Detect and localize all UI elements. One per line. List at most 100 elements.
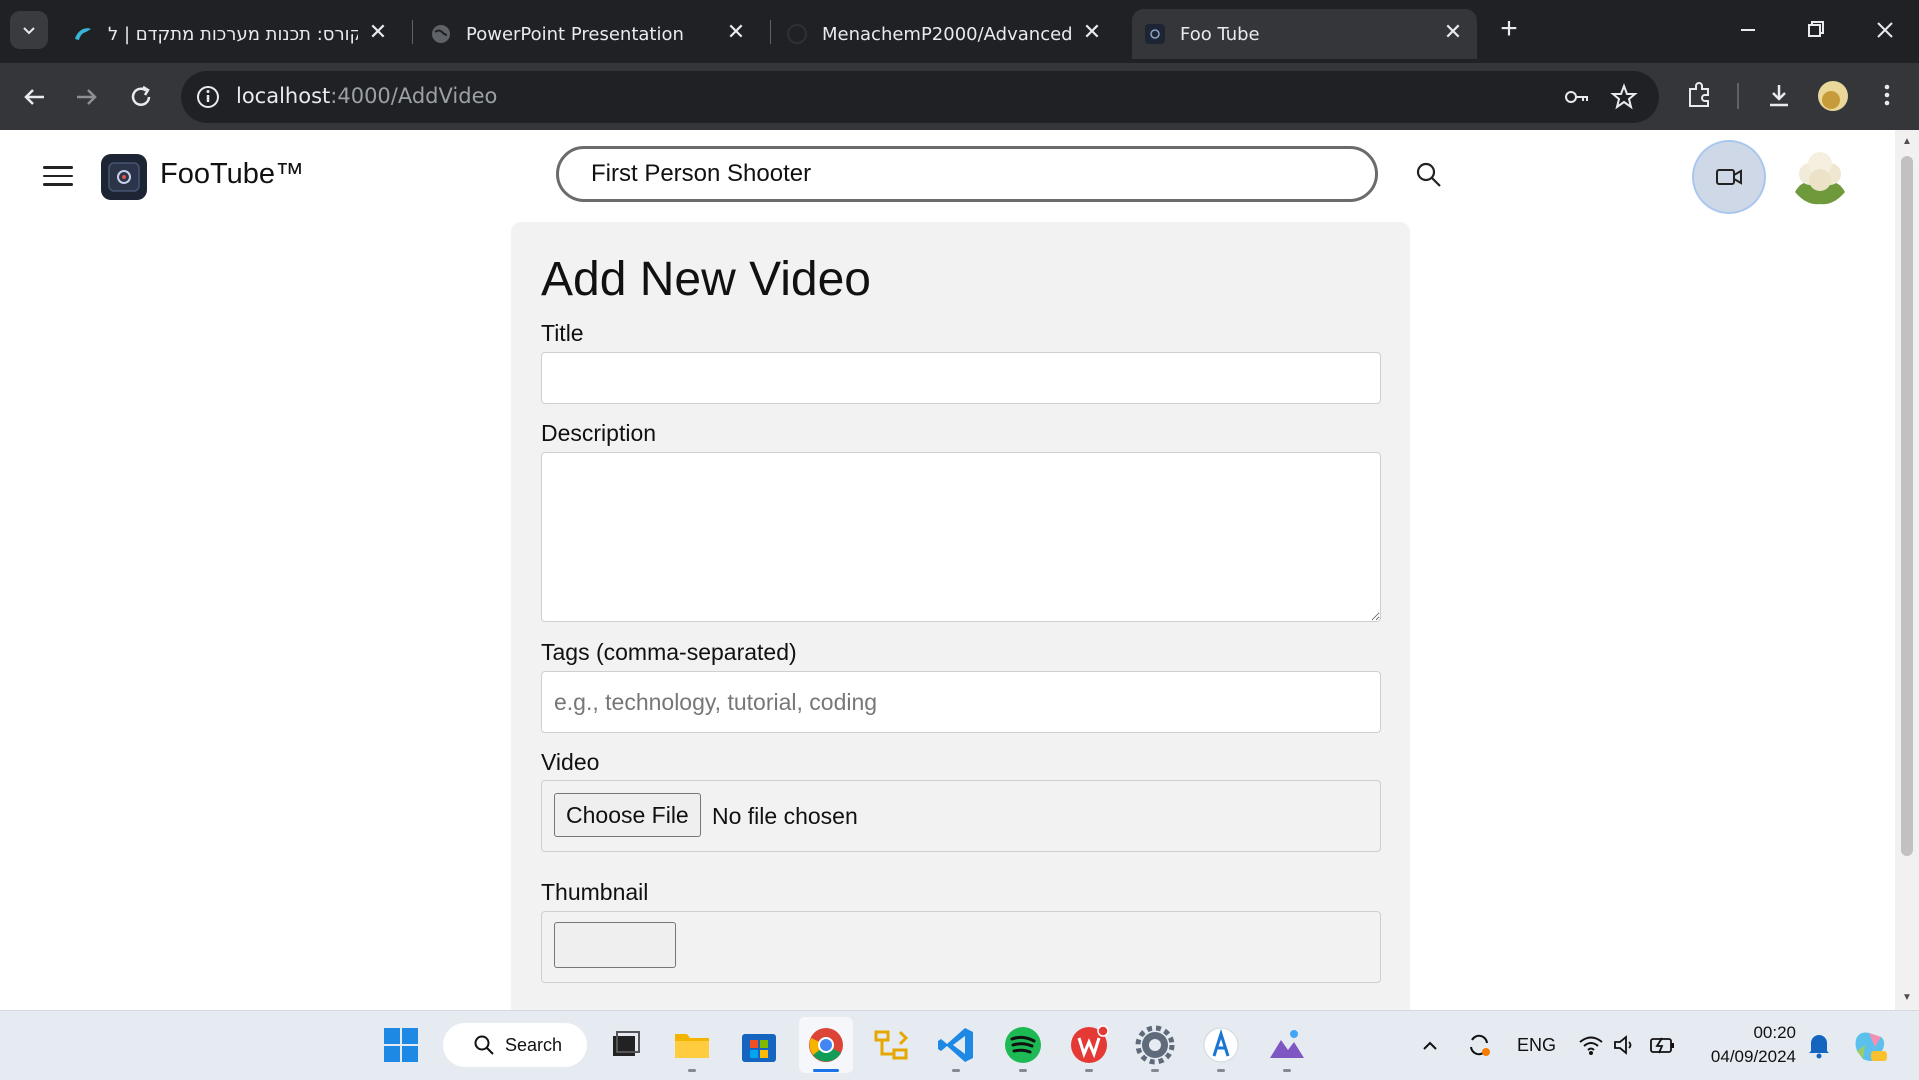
photos-app-icon[interactable] <box>1266 1024 1308 1066</box>
camera-logo-icon <box>108 162 140 192</box>
tab-title: Foo Tube <box>1180 23 1260 45</box>
taskbar-search[interactable]: Search <box>443 1023 587 1067</box>
tab-title: קורס: תכנות מערכות מתקדם | ל <box>108 23 358 45</box>
tab-powerpoint[interactable]: PowerPoint Presentation ✕ <box>430 9 760 59</box>
search-icon[interactable] <box>1414 160 1444 190</box>
restore-button[interactable] <box>1796 14 1836 46</box>
notification-bell-icon[interactable] <box>1806 1031 1832 1059</box>
running-indicator <box>688 1069 696 1072</box>
browser-tab-bar: קורס: תכנות מערכות מתקדם | ל ✕ PowerPoin… <box>0 0 1919 63</box>
profile-avatar[interactable] <box>1818 81 1848 111</box>
tags-input[interactable] <box>541 671 1381 733</box>
running-indicator <box>1019 1069 1027 1072</box>
extensions-puzzle-icon[interactable] <box>1684 80 1714 110</box>
form-heading: Add New Video <box>541 253 871 306</box>
scroll-up-arrow-icon[interactable]: ▲ <box>1901 136 1913 148</box>
sync-icon[interactable] <box>1465 1031 1493 1059</box>
forward-arrow-icon[interactable] <box>71 81 103 113</box>
tab-separator <box>770 20 771 44</box>
windows-start-icon[interactable] <box>380 1024 422 1066</box>
menu-hamburger-icon[interactable] <box>43 166 73 190</box>
add-video-button[interactable] <box>1694 142 1764 212</box>
copilot-icon[interactable] <box>1851 1027 1889 1065</box>
tab-title: PowerPoint Presentation <box>466 23 684 45</box>
chevron-down-icon <box>23 27 35 35</box>
title-input[interactable] <box>541 352 1381 404</box>
brand-name[interactable]: FooTube™ <box>160 158 304 191</box>
vscode-icon[interactable] <box>935 1024 977 1066</box>
restore-icon <box>1808 21 1824 37</box>
globe-icon <box>432 25 450 43</box>
thumbnail-file-input[interactable] <box>541 911 1381 983</box>
chevron-up-icon[interactable] <box>1420 1036 1440 1056</box>
running-indicator <box>1217 1069 1225 1072</box>
minimize-button[interactable] <box>1728 14 1768 46</box>
search-input[interactable] <box>556 146 1378 202</box>
new-tab-button[interactable]: + <box>1493 14 1525 46</box>
android-studio-icon[interactable] <box>1200 1024 1242 1066</box>
minimize-icon <box>1741 29 1755 31</box>
user-avatar[interactable] <box>1785 144 1855 214</box>
more-vert-icon[interactable] <box>1872 80 1902 110</box>
thumbnail-choose-file-button[interactable] <box>554 922 676 968</box>
video-camera-icon <box>1716 169 1742 185</box>
tab-footube[interactable]: Foo Tube ✕ <box>1132 9 1477 59</box>
close-icon[interactable]: ✕ <box>1080 21 1104 45</box>
bookmark-star-icon[interactable] <box>1609 82 1639 112</box>
running-indicator <box>1085 1069 1093 1072</box>
reload-icon[interactable] <box>125 81 157 113</box>
close-icon[interactable]: ✕ <box>1441 21 1465 45</box>
close-icon[interactable]: ✕ <box>724 21 748 45</box>
address-bar[interactable]: localhost:4000/AddVideo <box>181 71 1659 123</box>
tags-label: Tags (comma-separated) <box>541 639 797 665</box>
scroll-down-arrow-icon[interactable]: ▼ <box>1901 992 1913 1004</box>
spotify-icon[interactable] <box>1002 1024 1044 1066</box>
close-icon[interactable]: ✕ <box>366 21 390 45</box>
close-window-button[interactable] <box>1865 14 1905 46</box>
scroll-thumb[interactable] <box>1901 156 1913 856</box>
wps-office-icon[interactable] <box>1068 1024 1110 1066</box>
settings-gear-icon[interactable] <box>1134 1024 1176 1066</box>
windows-taskbar: Search ENG 00:20 04/09/2024 <box>0 1010 1919 1080</box>
thumbnail-label: Thumbnail <box>541 879 649 905</box>
tab-search-button[interactable] <box>10 11 48 49</box>
video-file-input[interactable]: Choose File No file chosen <box>541 780 1381 852</box>
taskbar-search-label: Search <box>505 1034 563 1055</box>
title-label: Title <box>541 320 584 346</box>
password-key-icon[interactable] <box>1561 82 1591 112</box>
search-icon <box>474 1035 494 1055</box>
file-explorer-icon[interactable] <box>671 1024 713 1066</box>
chrome-icon[interactable] <box>805 1024 847 1066</box>
battery-charging-icon[interactable] <box>1648 1033 1676 1057</box>
page-scrollbar[interactable]: ▲ ▼ <box>1895 130 1919 1010</box>
active-indicator <box>813 1069 839 1072</box>
taskbar-clock[interactable]: 00:20 04/09/2024 <box>1690 1021 1796 1069</box>
add-video-form: Add New Video Title Description Tags (co… <box>511 222 1410 1010</box>
task-view-icon[interactable] <box>604 1024 646 1066</box>
back-arrow-icon[interactable] <box>18 81 50 113</box>
toolbar-divider <box>1737 83 1739 109</box>
github-icon <box>787 24 807 44</box>
url-path: :4000/AddVideo <box>330 84 498 108</box>
url-host: localhost <box>236 84 331 108</box>
description-label: Description <box>541 420 657 446</box>
clock-time: 00:20 <box>1753 1023 1796 1042</box>
tab-github[interactable]: MenachemP2000/Advanced-Sy ✕ <box>786 9 1116 59</box>
footube-favicon-icon <box>1145 24 1165 44</box>
volume-icon[interactable] <box>1612 1033 1638 1057</box>
flowchart-app-icon[interactable] <box>870 1024 912 1066</box>
microsoft-store-icon[interactable] <box>738 1024 780 1066</box>
url-text[interactable]: localhost:4000/AddVideo <box>236 84 497 108</box>
choose-file-button[interactable]: Choose File <box>554 793 701 837</box>
running-indicator <box>1283 1069 1291 1072</box>
site-info-icon[interactable] <box>195 84 221 110</box>
tab-separator <box>412 20 413 44</box>
tab-title: MenachemP2000/Advanced-Sy <box>822 23 1072 45</box>
page-viewport: FooTube™ Add New Video Title Description… <box>0 130 1919 1010</box>
tab-course[interactable]: קורס: תכנות מערכות מתקדם | ל ✕ <box>72 9 402 59</box>
wifi-icon[interactable] <box>1578 1033 1604 1057</box>
download-icon[interactable] <box>1764 80 1794 110</box>
language-indicator[interactable]: ENG <box>1517 1035 1556 1056</box>
description-textarea[interactable] <box>541 452 1381 622</box>
footube-logo[interactable] <box>101 154 147 200</box>
